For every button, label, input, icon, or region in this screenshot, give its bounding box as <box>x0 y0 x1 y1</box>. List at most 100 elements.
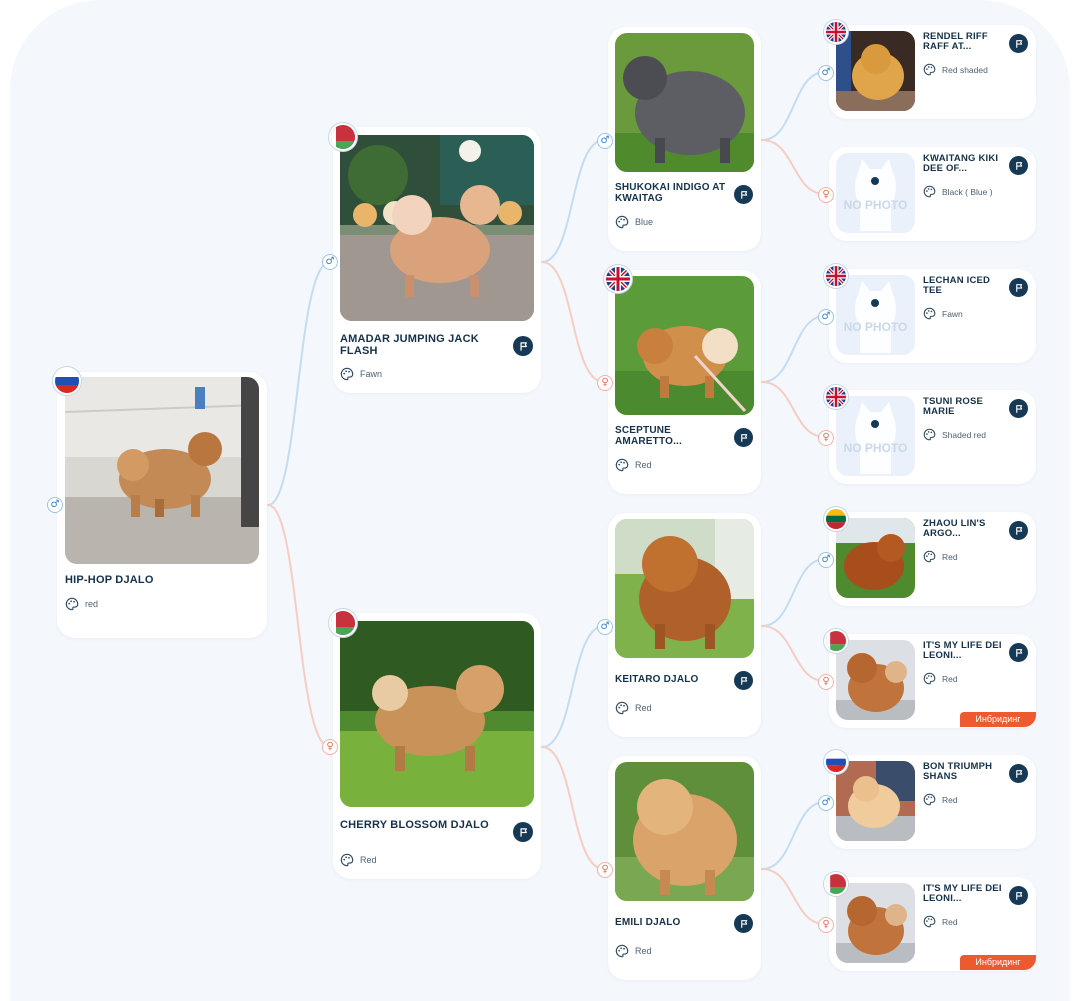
male-sex-icon: ♂ <box>818 65 834 81</box>
dog-card-subject[interactable]: HIP-HOP DJALO red <box>57 372 267 638</box>
no-photo-placeholder[interactable]: NO PHOTO <box>836 396 915 476</box>
flag-button[interactable] <box>1009 278 1028 297</box>
dog-card-great-grandparent[interactable]: BON TRIUMPH SHANS Red <box>829 755 1036 849</box>
cat-placeholder-icon <box>855 281 896 353</box>
flag-button[interactable] <box>1009 156 1028 175</box>
flag-button[interactable] <box>1009 643 1028 662</box>
dog-name[interactable]: IT'S MY LIFE DEI LEONI... <box>923 641 1007 661</box>
cat-placeholder-icon <box>855 159 896 231</box>
dog-photo[interactable] <box>615 276 754 415</box>
flag-button[interactable] <box>1009 764 1028 783</box>
dog-photo[interactable] <box>615 519 754 658</box>
dog-card-sire[interactable]: AMADAR JUMPING JACK FLASH Fawn <box>333 127 541 393</box>
flag-button[interactable] <box>1009 886 1028 905</box>
flag-button[interactable] <box>1009 521 1028 540</box>
coat-color-label: Red <box>360 855 377 865</box>
flag-button[interactable] <box>1009 399 1028 418</box>
dog-photo[interactable] <box>615 33 754 172</box>
dog-coat-color: Red <box>615 458 652 472</box>
palette-icon <box>615 458 629 472</box>
uk-flag-icon <box>826 387 846 407</box>
dog-card-great-grandparent[interactable]: IT'S MY LIFE DEI LEONI... Red Инбридинг <box>829 634 1036 728</box>
inbreeding-badge: Инбридинг <box>960 712 1036 727</box>
dog-photo[interactable] <box>340 135 534 321</box>
dog-name[interactable]: HIP-HOP DJALO <box>65 575 255 587</box>
dog-name[interactable]: LECHAN ICED TEE <box>923 276 1007 296</box>
dog-name[interactable]: ZHAOU LIN'S ARGO... <box>923 519 1007 539</box>
dog-card-great-grandparent[interactable]: NO PHOTO KWAITANG KIKI DEE OF... Black (… <box>829 147 1036 241</box>
flag-button[interactable] <box>734 671 753 690</box>
dog-card-grandparent[interactable]: SCEPTUNE AMARETTO... Red <box>608 270 761 494</box>
dog-card-great-grandparent[interactable]: ZHAOU LIN'S ARGO... Red <box>829 512 1036 606</box>
dog-card-grandparent[interactable]: KEITARO DJALO Red <box>608 513 761 737</box>
flag-button[interactable] <box>734 428 753 447</box>
female-sex-icon: ♀ <box>818 430 834 446</box>
flag-icon <box>738 918 750 930</box>
dog-card-great-grandparent[interactable]: RENDEL RIFF RAFF AT... Red shaded <box>829 25 1036 119</box>
dog-card-great-grandparent[interactable]: NO PHOTO LECHAN ICED TEE Fawn <box>829 269 1036 363</box>
russia-flag-icon <box>826 752 846 772</box>
dog-name[interactable]: TSUNI ROSE MARIE <box>923 397 1007 417</box>
dog-name[interactable]: BON TRIUMPH SHANS <box>923 762 1007 782</box>
coat-color-label: Red <box>635 703 652 713</box>
dog-photo[interactable] <box>65 377 259 564</box>
dog-photo[interactable] <box>836 761 915 841</box>
flag-button[interactable] <box>513 336 533 356</box>
no-photo-placeholder[interactable]: NO PHOTO <box>836 275 915 355</box>
dog-photo[interactable] <box>836 640 915 720</box>
female-sex-icon: ♀ <box>818 674 834 690</box>
flag-button[interactable] <box>734 914 753 933</box>
coat-color-label: Red <box>942 673 958 684</box>
dog-photo[interactable] <box>615 762 754 901</box>
dog-photo[interactable] <box>836 518 915 598</box>
coat-color-label: red <box>85 599 99 609</box>
dog-coat-color: Fawn <box>923 307 963 320</box>
dog-name[interactable]: KWAITANG KIKI DEE OF... <box>923 154 1007 174</box>
flag-button[interactable] <box>734 185 753 204</box>
dog-photo[interactable] <box>836 31 915 111</box>
flag-button[interactable] <box>513 822 533 842</box>
dog-card-great-grandparent[interactable]: NO PHOTO TSUNI ROSE MARIE Shaded red <box>829 390 1036 484</box>
flag-button[interactable] <box>1009 34 1028 53</box>
dog-name[interactable]: EMILI DJALO <box>615 918 727 929</box>
dog-name[interactable]: AMADAR JUMPING JACK FLASH <box>340 334 510 357</box>
male-sex-icon: ♂ <box>818 795 834 811</box>
dog-name[interactable]: IT'S MY LIFE DEI LEONI... <box>923 884 1007 904</box>
no-photo-placeholder[interactable]: NO PHOTO <box>836 153 915 233</box>
palette-icon <box>65 597 79 611</box>
flag-icon <box>738 675 750 687</box>
female-sex-icon: ♀ <box>597 862 613 878</box>
coat-color-label: Black ( Blue ) <box>942 186 993 197</box>
dog-name[interactable]: SCEPTUNE AMARETTO... <box>615 426 727 447</box>
dog-coat-color: Red <box>615 944 652 958</box>
palette-icon <box>923 428 936 441</box>
dog-name[interactable]: CHERRY BLOSSOM DJALO <box>340 820 510 832</box>
dog-photo[interactable] <box>340 621 534 807</box>
uk-flag-icon <box>606 267 630 291</box>
belarus-flag-icon <box>826 874 846 894</box>
dog-card-dam[interactable]: CHERRY BLOSSOM DJALO Red <box>333 613 541 879</box>
male-sex-icon: ♂ <box>597 619 613 635</box>
dog-name[interactable]: RENDEL RIFF RAFF AT... <box>923 32 1007 52</box>
no-photo-label: NO PHOTO <box>843 320 908 334</box>
flag-icon <box>1013 768 1025 780</box>
dog-photo[interactable] <box>836 883 915 963</box>
coat-color-label: Red <box>942 916 958 927</box>
dog-name[interactable]: SHUKOKAI INDIGO AT KWAITAG <box>615 183 727 204</box>
female-sex-icon: ♀ <box>818 917 834 933</box>
coat-color-label: Red shaded <box>942 64 988 75</box>
female-sex-icon: ♀ <box>322 739 338 755</box>
dog-card-great-grandparent[interactable]: IT'S MY LIFE DEI LEONI... Red Инбридинг <box>829 877 1036 971</box>
dog-coat-color: Red <box>340 853 377 867</box>
palette-icon <box>923 915 936 928</box>
palette-icon <box>923 550 936 563</box>
palette-icon <box>923 185 936 198</box>
palette-icon <box>615 701 629 715</box>
male-sex-icon: ♂ <box>818 552 834 568</box>
coat-color-label: Red <box>635 460 652 470</box>
dog-card-grandparent[interactable]: EMILI DJALO Red <box>608 756 761 980</box>
dog-name[interactable]: KEITARO DJALO <box>615 675 727 686</box>
male-sex-icon: ♂ <box>322 254 338 270</box>
dog-coat-color: Fawn <box>340 367 382 381</box>
dog-card-grandparent[interactable]: SHUKOKAI INDIGO AT KWAITAG Blue <box>608 27 761 251</box>
